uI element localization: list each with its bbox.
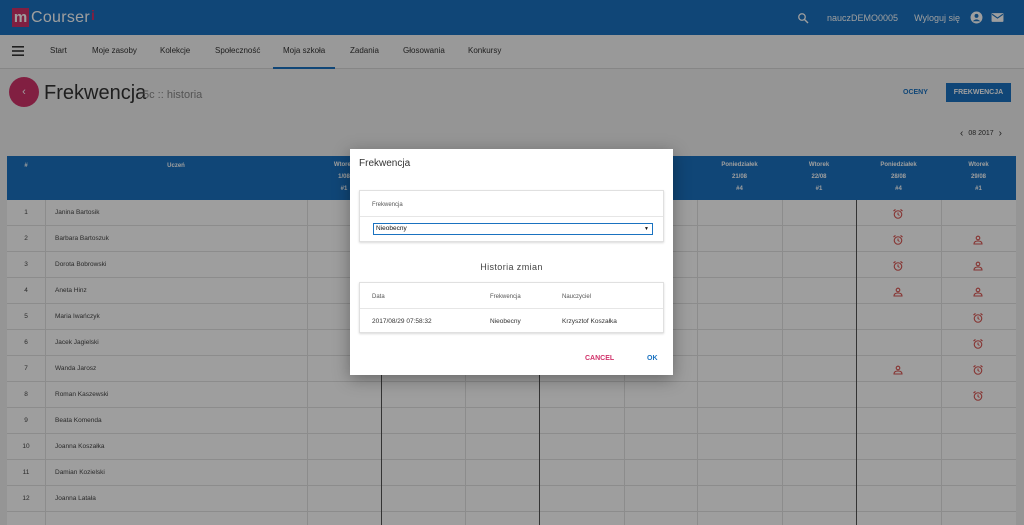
history-title: Historia zmian [480, 262, 543, 272]
history-cell-date: 2017/08/29 07:58:32 [372, 318, 432, 325]
history-col-date: Data [372, 294, 385, 300]
history-cell-attendance: Nieobecny [490, 318, 521, 325]
field-label: Frekwencja [372, 202, 403, 208]
ok-button[interactable]: OK [647, 355, 658, 362]
dropdown-caret-icon: ▼ [644, 226, 649, 232]
history-col-teacher: Nauczyciel [562, 294, 592, 300]
history-cell-teacher: Krzysztof Koszałka [562, 318, 617, 325]
history-col-attendance: Frekwencja [490, 294, 521, 300]
dialog-title: Frekwencja [359, 158, 411, 169]
history-table: Data Frekwencja Nauczyciel 2017/08/29 07… [359, 282, 664, 333]
attendance-select[interactable]: Nieobecny ▼ [373, 223, 653, 235]
attendance-field-card: Frekwencja Nieobecny ▼ [359, 190, 664, 242]
attendance-dialog: Frekwencja Frekwencja Nieobecny ▼ Histor… [350, 149, 673, 375]
select-value: Nieobecny [376, 225, 407, 232]
cancel-button[interactable]: CANCEL [585, 355, 614, 362]
